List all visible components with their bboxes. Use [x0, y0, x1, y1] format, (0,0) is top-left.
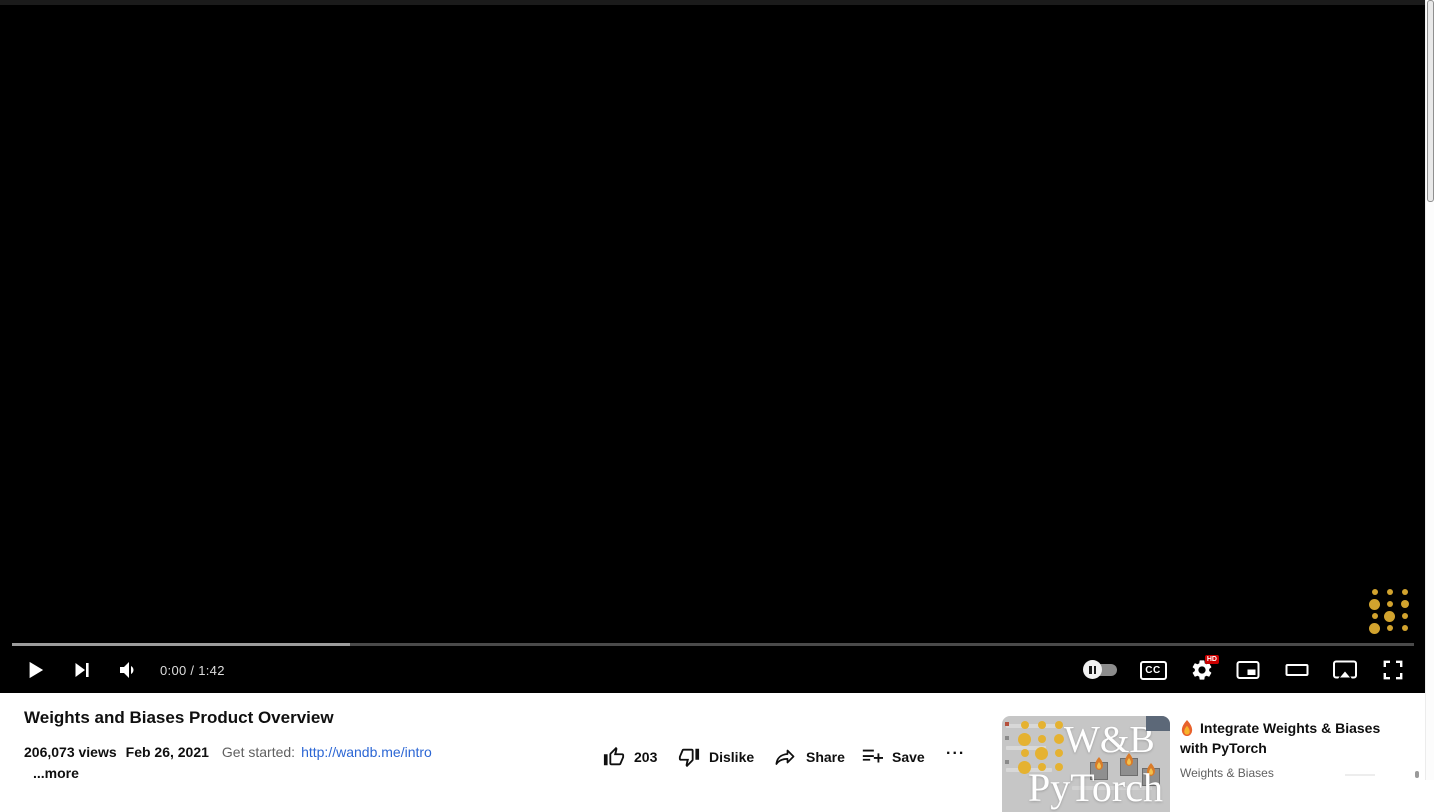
wandb-dot: [1384, 611, 1395, 622]
suggested-video-info: Integrate Weights & Biases with PyTorch …: [1180, 718, 1430, 780]
fullscreen-icon: [1380, 657, 1406, 683]
volume-button[interactable]: [111, 652, 147, 688]
wandb-dot: [1401, 600, 1409, 608]
theater-icon: [1284, 657, 1310, 683]
show-more-button[interactable]: ...more: [33, 765, 79, 781]
thumbnail-corner-image: [1146, 716, 1170, 731]
miniplayer-button[interactable]: [1230, 652, 1266, 688]
like-count: 203: [634, 749, 657, 765]
like-button[interactable]: 203: [603, 743, 657, 771]
time-text: 0:00 / 1:42: [160, 663, 225, 678]
wandb-dot: [1369, 623, 1380, 634]
thumbnail-speck: [1005, 736, 1009, 740]
video-meta-row: 206,073 views Feb 26, 2021 Get started: …: [24, 744, 432, 760]
volume-icon: [117, 658, 141, 682]
description-link[interactable]: http://wandb.me/intro: [301, 744, 432, 760]
thumbs-down-icon: [678, 746, 700, 768]
thumbnail-wandb-text: W&B: [1064, 718, 1155, 762]
time-display: 0:00 / 1:42: [160, 652, 225, 688]
theater-mode-button[interactable]: [1279, 652, 1315, 688]
thumbs-up-icon: [603, 746, 625, 768]
wandb-dot: [1038, 735, 1046, 743]
window-top-edge: [0, 0, 1426, 5]
share-button[interactable]: Share: [773, 743, 845, 771]
suggested-video-thumbnail[interactable]: W&B PyTorch: [1002, 716, 1170, 812]
wandb-dot: [1018, 733, 1031, 746]
more-actions-button[interactable]: ...: [946, 736, 965, 764]
subtitles-button[interactable]: CC: [1135, 652, 1171, 688]
upload-date: Feb 26, 2021: [126, 744, 209, 760]
wandb-dot: [1402, 589, 1408, 595]
settings-button[interactable]: HD: [1184, 652, 1220, 688]
progress-buffered: [12, 643, 350, 646]
wandb-dot: [1055, 721, 1063, 729]
dislike-label: Dislike: [709, 749, 754, 765]
scrollbar-thumb[interactable]: [1427, 0, 1434, 202]
airplay-button[interactable]: [1327, 652, 1363, 688]
wandb-dot: [1038, 721, 1046, 729]
skip-next-icon: [70, 658, 94, 682]
cut-off-more-icon: [1415, 771, 1419, 778]
wandb-dot: [1372, 589, 1378, 595]
share-icon: [773, 745, 797, 769]
share-label: Share: [806, 749, 845, 765]
wandb-dot: [1387, 601, 1393, 607]
autoplay-pill: [1087, 664, 1117, 676]
wandb-dot: [1035, 747, 1048, 760]
save-button[interactable]: Save: [861, 743, 925, 771]
suggested-video-title[interactable]: Integrate Weights & Biases with PyTorch: [1180, 718, 1430, 758]
play-button[interactable]: [17, 652, 53, 688]
playlist-add-icon: [861, 746, 883, 768]
video-title: Weights and Biases Product Overview: [24, 708, 334, 728]
wandb-dot: [1372, 613, 1378, 619]
wandb-dot: [1055, 749, 1063, 757]
wandb-logo-watermark: [1367, 586, 1412, 634]
thumbnail-speck: [1005, 722, 1009, 726]
suggested-title-line2: with PyTorch: [1180, 740, 1267, 756]
wandb-dot: [1387, 625, 1393, 631]
cc-icon: CC: [1140, 661, 1167, 680]
wandb-dot: [1021, 749, 1029, 757]
hd-quality-badge: HD: [1205, 655, 1219, 664]
next-button[interactable]: [64, 652, 100, 688]
scrollbar-track[interactable]: [1425, 0, 1434, 780]
play-icon: [22, 657, 48, 683]
wandb-dot: [1021, 721, 1029, 729]
miniplayer-icon: [1235, 657, 1261, 683]
view-count: 206,073 views: [24, 744, 117, 760]
thumbnail-pytorch-text: PyTorch: [1028, 764, 1163, 811]
progress-bar[interactable]: [12, 643, 1414, 646]
description-snippet: Get started:: [222, 744, 295, 760]
suggested-channel-name[interactable]: Weights & Biases: [1180, 766, 1430, 780]
thumbnail-speck: [1005, 760, 1009, 764]
wandb-dot: [1402, 613, 1408, 619]
dislike-button[interactable]: Dislike: [678, 743, 754, 771]
video-player[interactable]: 0:00 / 1:42 CC HD: [0, 0, 1426, 693]
airplay-icon: [1331, 656, 1359, 684]
autoplay-toggle[interactable]: [1082, 652, 1122, 688]
save-label: Save: [892, 749, 925, 765]
fire-emoji-icon: [1180, 720, 1194, 736]
suggested-title-line1: Integrate Weights & Biases: [1200, 718, 1380, 738]
autoplay-pause-icon: [1083, 660, 1102, 679]
fullscreen-button[interactable]: [1375, 652, 1411, 688]
wandb-dot: [1369, 599, 1380, 610]
wandb-dot: [1402, 625, 1408, 631]
cut-off-element: [1345, 774, 1375, 776]
wandb-dot: [1054, 734, 1064, 744]
wandb-dot: [1387, 589, 1393, 595]
